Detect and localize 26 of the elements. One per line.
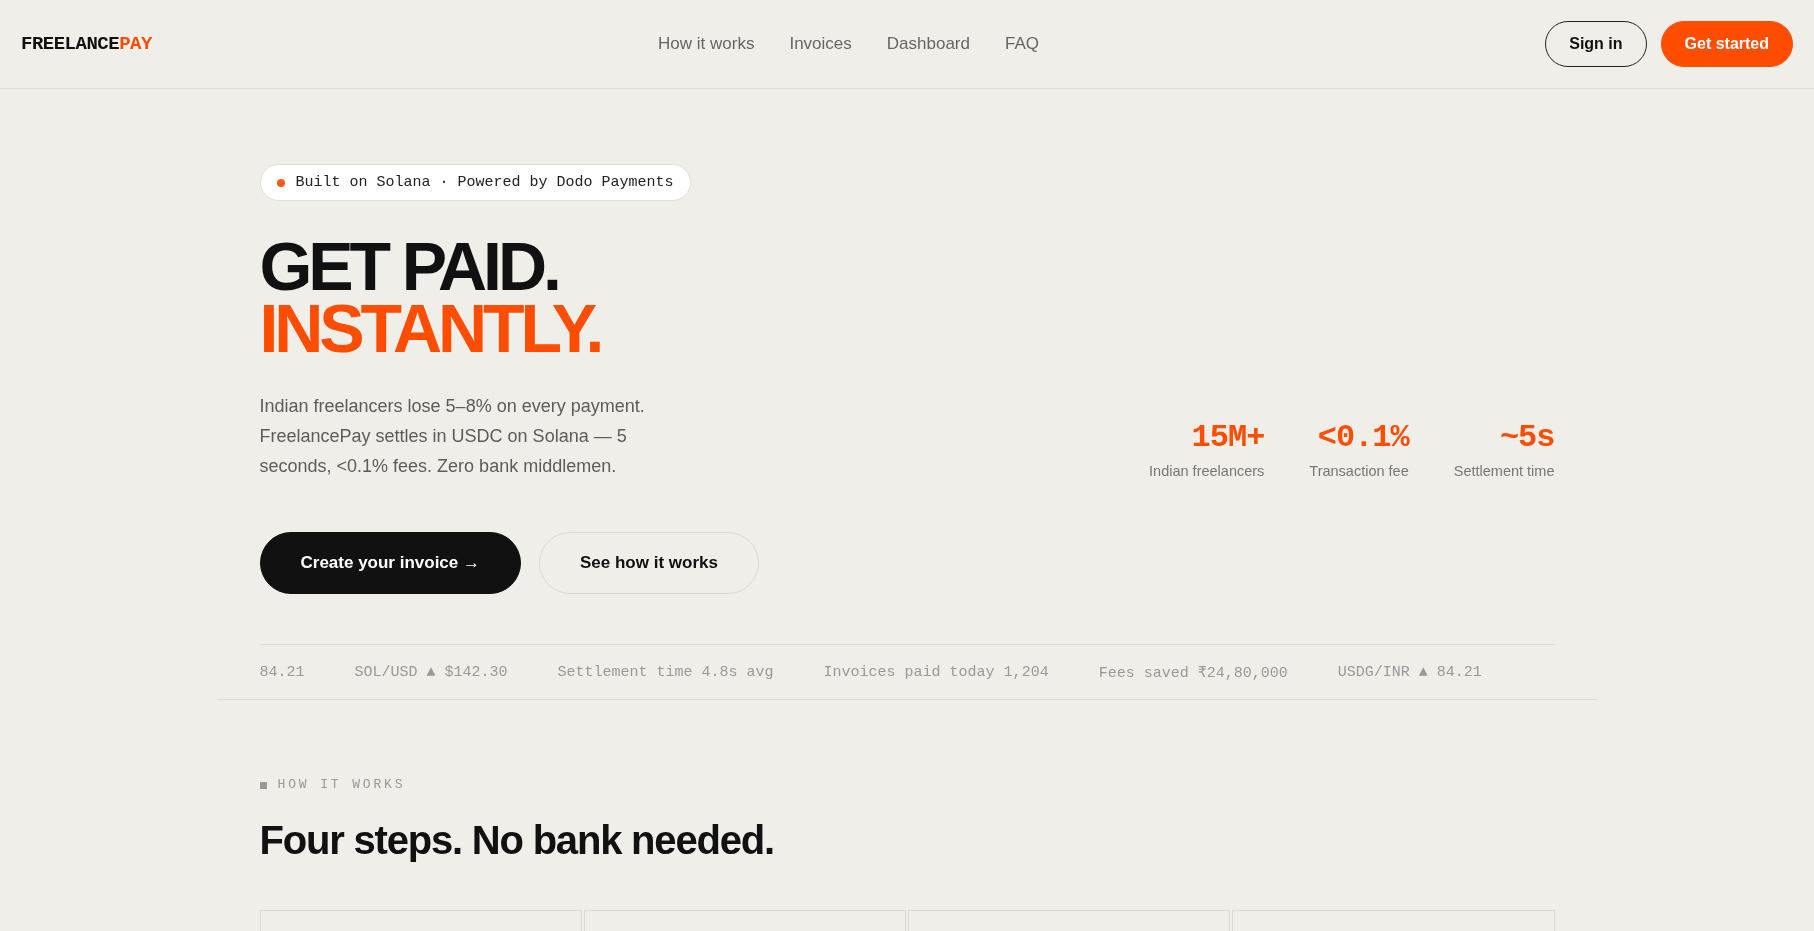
status-dot-icon xyxy=(276,178,285,187)
square-icon xyxy=(259,781,267,789)
stat-value: <0.1% xyxy=(1317,420,1409,456)
create-invoice-button[interactable]: Create your invoice → xyxy=(259,532,521,594)
nav-link[interactable]: Invoices xyxy=(789,34,852,54)
stat-value: 15M+ xyxy=(1191,420,1265,456)
ticker-item: SOL/USD ▲ $142.30 xyxy=(354,663,508,681)
section-eyebrow: HOW IT WORKS xyxy=(277,777,406,793)
nav-link[interactable]: FAQ xyxy=(1004,34,1039,54)
get-started-button[interactable]: Get started xyxy=(1660,21,1793,67)
nav-link[interactable]: How it works xyxy=(658,34,755,54)
stat-label: Indian freelancers xyxy=(1149,463,1265,479)
section-heading: Four steps. No bank needed. xyxy=(259,817,775,863)
hero-description: Indian freelancers lose 5–8% on every payment. FreelancePay settles in USDC on Solana — 5 seconds, <0.1% fees. Zero bank middlemen. xyxy=(259,395,646,478)
ticker-item: Fees saved ₹24,80,000 xyxy=(1098,663,1288,682)
ticker-item: USDG/INR ▲ 84.21 xyxy=(1337,663,1482,681)
ticker-item: Settlement time 4.8s avg xyxy=(557,663,774,681)
logo-wordmark[interactable]: FREELANCEPAY xyxy=(21,33,152,55)
nav-link[interactable]: Dashboard xyxy=(886,34,970,54)
stat-label: Settlement time xyxy=(1453,463,1555,479)
headline: GET PAID. INSTANTLY. xyxy=(259,235,602,359)
stat-label: Transaction fee xyxy=(1309,463,1409,479)
ticker-item: 84.21 xyxy=(259,663,305,681)
badge-text: Built on Solana · Powered by Dodo Payments xyxy=(295,174,674,191)
ticker-item: Invoices paid today 1,204 xyxy=(823,663,1049,681)
stat-value: ~5s xyxy=(1499,420,1555,456)
